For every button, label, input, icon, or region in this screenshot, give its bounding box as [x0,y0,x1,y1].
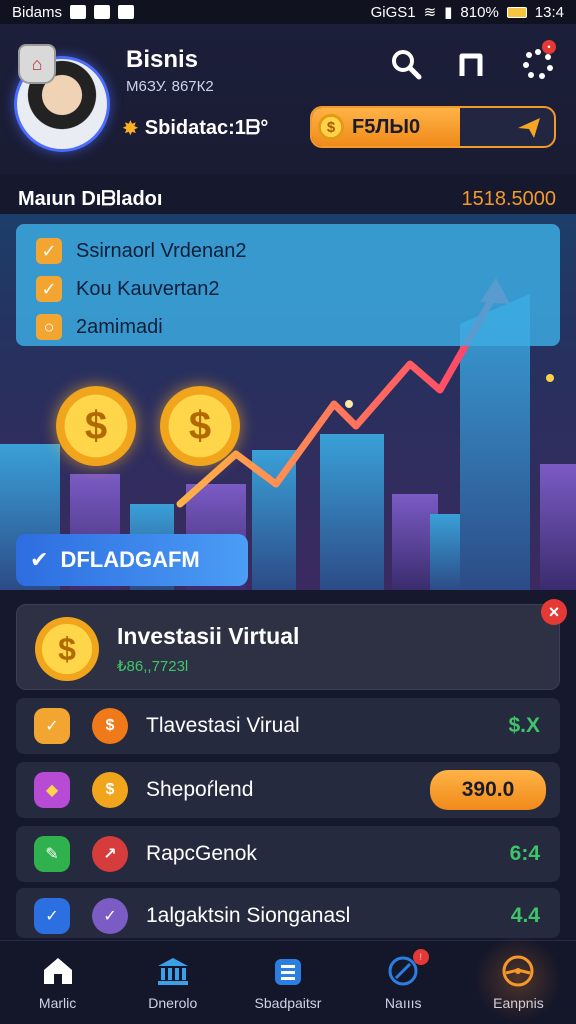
signal-icon: ▮ [444,4,453,21]
balance-end [460,108,554,146]
nav-item-wallet[interactable]: Sbadpaitsr [230,941,345,1024]
checkbox-pending-icon[interactable]: ○ [36,314,62,340]
carrier-text: Bidams [12,3,63,21]
search-icon [392,50,422,80]
arrow-icon: ↗ [92,836,128,872]
menu-button[interactable]: • [518,40,558,84]
coin-icon: $ [35,617,99,681]
gem-icon: ◆ [34,772,70,808]
list-item-label: Tlavestasi Virual [146,714,300,737]
shield-icon: ✓ [34,898,70,934]
app-notification-icon [70,5,87,19]
check-icon: ✔ [30,547,49,572]
nav-item-home[interactable]: Marlic [0,941,115,1024]
status-right: GiGS1 ≋ ▮ 810% 13:4 [370,3,564,22]
list-item[interactable]: ✎ ↗ RapcGenok 6:4 [16,826,560,882]
status-bar: Bidams GiGS1 ≋ ▮ 810% 13:4 [0,0,576,24]
nav-label: Marlic [38,994,77,1011]
coin-icon: $ [92,772,128,808]
music-icon [459,53,483,76]
list-item-label: RapcGenok [146,842,257,865]
house-badge-icon: ⌂ [18,44,56,84]
balance-pill[interactable]: $ F5ЛЫ0 [310,106,556,148]
coin-icon: $ [92,708,128,744]
bottom-nav: Marlic Dnerolo Sbadpaitsr ! Naıııs Eanpn… [0,935,576,1024]
nav-item-bank[interactable]: Dnerolo [115,941,230,1024]
task-label: Ssirnaorl Vrdenan2 [76,239,247,262]
profile-points: ✸ Sbidatac:1ᗷ° [122,116,268,141]
battery-icon [506,6,527,18]
coin-icon: $ [160,386,240,466]
list-item[interactable]: ◆ $ Shepoŕlend 390.0 [16,762,560,818]
check-icon: ✓ [34,708,70,744]
checkbox-checked-icon[interactable]: ✓ [36,238,62,264]
shield-check-icon: ✓ [92,898,128,934]
list-item-value: 4.4 [510,904,540,927]
featured-title: Investasii Virtual [117,623,300,649]
task-row[interactable]: ✓ Ssirnaorl Vrdenan2 [36,238,246,264]
task-card: ✓ Ssirnaorl Vrdenan2 ✓ Kou Kauvertan2 ○ … [16,224,560,346]
search-button[interactable] [386,44,426,84]
amount-pill-button[interactable]: 390.0 [430,770,546,810]
task-row[interactable]: ✓ Kou Kauvertan2 [36,276,219,302]
checkbox-checked-icon[interactable]: ✓ [36,276,62,302]
nav-item-notifications[interactable]: ! Naıııs [346,941,461,1024]
network-text: GiGS1 [370,3,416,21]
music-button[interactable] [450,44,490,84]
coin-icon: $ [56,386,136,466]
mail-notification-icon [118,5,135,19]
plane-icon [518,118,540,138]
leaf-icon: ✎ [34,836,70,872]
bank-icon [155,955,191,987]
coin-icon: $ [318,114,344,140]
nav-item-steering[interactable]: Eanpnis [461,935,576,1024]
profile-id: M6ЗУ. 867К2 [126,78,214,95]
task-row[interactable]: ○ 2amimadi [36,314,163,340]
home-icon [40,955,76,987]
balance-fill: $ F5ЛЫ0 [312,108,460,146]
battery-text: 810% [460,3,499,21]
nav-label: Eanpnis [493,994,544,1011]
featured-subtitle: ₺86,,7723l [117,658,189,675]
nav-label: Naıııs [384,994,422,1011]
profile-header: ⌂ Bisnis M6ЗУ. 867К2 ✸ Sbidatac:1ᗷ° • $ … [0,24,576,174]
hero-button-label: DFLADGAFM [60,547,200,572]
points-text: Sbidatac:1ᗷ° [144,117,269,139]
star-icon: ✸ [122,118,139,140]
list-item-value: $.X [508,714,540,737]
steering-icon [500,955,536,987]
nav-label: Dnerolo [148,994,198,1011]
nav-label: Sbadpaitsr [254,994,322,1011]
list-item-label: Shepoŕlend [146,778,254,801]
hero-action-button[interactable]: ✔ DFLADGAFM [16,534,248,586]
section-title: Maıun Dıᗷladoı [18,188,163,210]
close-button[interactable]: × [541,599,567,625]
list-item-label: 1algaktsin Sionganasl [146,904,351,927]
nav-badge: ! [412,949,429,965]
profile-name: Bisnis [126,46,199,73]
task-label: 2amimadi [76,315,163,338]
status-left: Bidams [12,3,135,21]
notification-dot: • [542,40,556,54]
balance-label: F5ЛЫ0 [352,115,421,138]
list-item-value: 6:4 [509,842,540,865]
clock-text: 13:4 [534,3,564,21]
section-amount: 1518.5000 [461,188,556,210]
hero-banner: ✓ Ssirnaorl Vrdenan2 ✓ Kou Kauvertan2 ○ … [0,214,576,590]
task-label: Kou Kauvertan2 [76,277,220,300]
featured-investment-card[interactable]: $ Investasii Virtual ₺86,,7723l × [16,599,567,690]
settings-notification-icon [94,5,111,19]
list-item[interactable]: ✓ $ Tlavestasi Virual $.X [16,698,560,754]
list-item[interactable]: ✓ ✓ 1algaktsin Sionganasl 4.4 [16,888,560,938]
wifi-icon: ≋ [423,4,437,21]
wallet-icon [270,955,306,987]
